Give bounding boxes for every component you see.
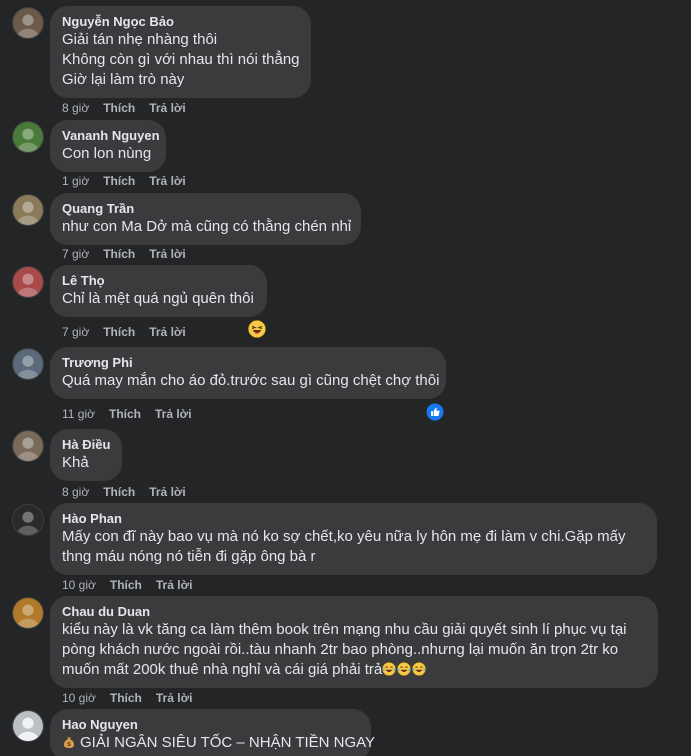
comment-timestamp[interactable]: 7 giờ — [62, 247, 89, 261]
comment-text-line: Giải tán nhẹ nhàng thôi — [62, 30, 299, 50]
comment-text: GIẢI NGÂN SIÊU TỐC – NHẬN TIỀN NGAY — [80, 734, 376, 751]
comment-timestamp[interactable]: 11 giờ — [62, 407, 95, 421]
tears-of-joy-icon — [412, 662, 426, 676]
comment-author[interactable]: Lê Thọ — [62, 273, 255, 289]
reply-button[interactable]: Trả lời — [149, 101, 186, 115]
comment-bubble: Chau du Duan kiểu này là vk tăng ca làm t… — [50, 596, 658, 688]
comments-list: Nguyễn Ngọc Bảo Giải tán nhẹ nhàng thôi Kh… — [0, 0, 691, 756]
comment-author[interactable]: Trương Phi — [62, 355, 434, 371]
comment-text-line: Con lon nùng — [62, 144, 154, 164]
comment-bubble: Lê Thọ Chỉ là mệt quá ngủ quên thôi — [50, 265, 267, 317]
comment-author[interactable]: Vananh Nguyen — [62, 128, 160, 144]
like-icon[interactable] — [426, 403, 444, 421]
comment-text-line: Mấy con đĩ này bao vụ mà nó ko sợ chết,k… — [62, 527, 645, 547]
comment-timestamp[interactable]: 8 giờ — [62, 485, 89, 499]
comment-timestamp[interactable]: 1 giờ — [62, 174, 89, 188]
reply-button[interactable]: Trả lời — [156, 691, 193, 705]
avatar[interactable] — [12, 266, 44, 298]
comment-text: như con Ma Dở mà cũng có thằng chén nhỉ — [62, 218, 352, 235]
reply-button[interactable]: Trả lời — [149, 325, 186, 339]
like-button[interactable]: Thích — [103, 247, 135, 261]
avatar[interactable] — [12, 194, 44, 226]
comment-actions: 7 giờ Thích Trả lời — [62, 246, 200, 262]
reply-button[interactable]: Trả lời — [156, 578, 193, 592]
haha-icon[interactable] — [248, 320, 266, 338]
comment-text-line: như con Ma Dở mà cũng có thằng chén nhỉ — [62, 217, 352, 237]
comment-actions: 11 giờ Thích Trả lời — [62, 406, 206, 422]
comment-text-line: Khả — [62, 453, 110, 473]
comment-text: Chỉ là mệt quá ngủ quên thôi — [62, 290, 254, 307]
like-button[interactable]: Thích — [110, 578, 142, 592]
comment-author[interactable]: Hào Phan — [62, 511, 645, 527]
comment-text: Mấy con đĩ này bao vụ mà nó ko sợ chết,k… — [62, 528, 626, 545]
comment-text: muốn mất 200k thuê nhà nghỉ và cái giá p… — [62, 661, 383, 678]
tears-of-joy-icon — [382, 662, 396, 676]
comment-text-line: Giờ lại làm trò này — [62, 70, 299, 90]
comment-bubble: Hào Phan Mấy con đĩ này bao vụ mà nó ko s… — [50, 503, 657, 575]
comment-text: Giải tán nhẹ nhàng thôi — [62, 31, 218, 48]
comment-timestamp[interactable]: 7 giờ — [62, 325, 89, 339]
comment-text-line: $ GIẢI NGÂN SIÊU TỐC – NHẬN TIỀN NGAY — [62, 733, 375, 753]
money-bag-icon: $ — [62, 735, 76, 749]
comment-text: Con lon nùng — [62, 145, 152, 162]
reply-button[interactable]: Trả lời — [149, 174, 186, 188]
avatar[interactable] — [12, 597, 44, 629]
avatar[interactable] — [12, 430, 44, 462]
comment-text-line: thng máu nóng nó tiễn đi gặp ông bà r — [62, 547, 645, 567]
like-button[interactable]: Thích — [110, 691, 142, 705]
avatar[interactable] — [12, 121, 44, 153]
avatar[interactable] — [12, 348, 44, 380]
avatar[interactable] — [12, 504, 44, 536]
comment-actions: 10 giờ Thích Trả lời — [62, 690, 206, 706]
avatar[interactable] — [12, 7, 44, 39]
comment-actions: 8 giờ Thích Trả lời — [62, 100, 200, 116]
comment-actions: 7 giờ Thích Trả lời — [62, 324, 200, 340]
comment-text-line: Không còn gì với nhau thì nói thẳng — [62, 50, 300, 70]
tears-of-joy-icon — [397, 662, 411, 676]
comment-text: Quá may mắn cho áo đỏ.trước sau gì cũng … — [62, 372, 440, 389]
comment-text: pòng khách nước ngoài rồi..tàu nhanh 2tr… — [62, 641, 619, 658]
comment-author[interactable]: Nguyễn Ngọc Bảo — [62, 14, 299, 30]
comment-bubble: Nguyễn Ngọc Bảo Giải tán nhẹ nhàng thôi Kh… — [50, 6, 311, 98]
reply-button[interactable]: Trả lời — [149, 485, 186, 499]
comment-bubble: Vananh Nguyen Con lon nùng — [50, 120, 166, 172]
comment-text-line: Quá may mắn cho áo đỏ.trước sau gì cũng … — [62, 371, 439, 391]
comment-author[interactable]: Quang Trần — [62, 201, 349, 217]
comment-text: Giờ lại làm trò này — [62, 71, 185, 88]
svg-text:$: $ — [67, 741, 71, 748]
comment-text: kiểu này là vk tăng ca làm thêm book trê… — [62, 621, 627, 638]
reply-button[interactable]: Trả lời — [149, 247, 186, 261]
comment-actions: 1 giờ Thích Trả lời — [62, 173, 200, 189]
comment-timestamp[interactable]: 10 giờ — [62, 691, 96, 705]
like-button[interactable]: Thích — [109, 407, 141, 421]
comment-text-line: Chỉ là mệt quá ngủ quên thôi — [62, 289, 255, 309]
reply-button[interactable]: Trả lời — [155, 407, 192, 421]
comment-text-line: muốn mất 200k thuê nhà nghỉ và cái giá p… — [62, 660, 646, 680]
comment-bubble: Quang Trần như con Ma Dở mà cũng có thằng… — [50, 193, 361, 245]
like-button[interactable]: Thích — [103, 174, 135, 188]
comment-bubble: Hao Nguyen $ GIẢI NGÂN SIÊU TỐC – NHẬN TIỀ… — [50, 709, 375, 756]
comment-bubble: Trương Phi Quá may mắn cho áo đỏ.trước sa… — [50, 347, 446, 399]
comment-timestamp[interactable]: 8 giờ — [62, 101, 89, 115]
avatar[interactable] — [12, 710, 44, 742]
like-button[interactable]: Thích — [103, 101, 135, 115]
comment-author[interactable]: Hao Nguyen — [62, 717, 359, 733]
comment-text-line: kiểu này là vk tăng ca làm thêm book trê… — [62, 620, 646, 640]
comment-timestamp[interactable]: 10 giờ — [62, 578, 96, 592]
comment-text: Không còn gì với nhau thì nói thẳng — [62, 51, 300, 68]
like-button[interactable]: Thích — [103, 485, 135, 499]
comment-actions: 8 giờ Thích Trả lời — [62, 484, 200, 500]
comment-text: Khả — [62, 454, 89, 471]
comment-bubble: Hà Điều Khả — [50, 429, 122, 481]
comment-actions: 10 giờ Thích Trả lời — [62, 577, 206, 593]
comment-author[interactable]: Chau du Duan — [62, 604, 646, 620]
comment-text: thng máu nóng nó tiễn đi gặp ông bà r — [62, 548, 316, 565]
comment-author[interactable]: Hà Điều — [62, 437, 110, 453]
like-button[interactable]: Thích — [103, 325, 135, 339]
comment-text-line: pòng khách nước ngoài rồi..tàu nhanh 2tr… — [62, 640, 646, 660]
